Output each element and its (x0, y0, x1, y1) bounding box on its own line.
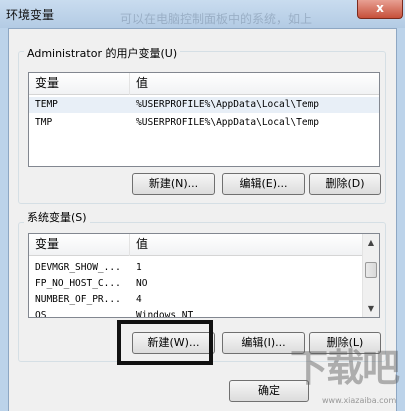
window-title: 环境变量 (6, 8, 55, 22)
user-variables-label: Administrator 的用户变量(U) (24, 45, 181, 61)
column-header-variable[interactable]: 变量 (29, 234, 130, 256)
background-text: 可以在电脑控制面板中的系统，如上 (120, 12, 313, 26)
variable-name: NUMBER_OF_PR... (35, 294, 121, 305)
user-variables-list[interactable]: 变量 值 TEMP %USERPROFILE%\AppData\Local\Te… (28, 72, 380, 167)
variable-name: TMP (35, 117, 53, 128)
variable-value: 4 (136, 294, 142, 305)
scroll-thumb[interactable] (365, 262, 377, 278)
system-list-header: 变量 值 (29, 234, 364, 256)
highlight-annotation (117, 320, 213, 365)
scroll-up-icon[interactable]: ▲ (363, 234, 379, 251)
table-row[interactable]: DEVMGR_SHOW_... 1 (29, 260, 364, 276)
system-variables-label: 系统变量(S) (24, 209, 90, 225)
watermark-url: www.xiazaiba.com (322, 396, 397, 405)
table-row[interactable]: FP_NO_HOST_C... NO (29, 276, 364, 292)
system-variables-list[interactable]: 变量 值 DEVMGR_SHOW_... 1 FP_NO_HOST_C... N… (28, 233, 380, 318)
user-list-header: 变量 值 (29, 73, 379, 95)
variable-value: NO (136, 278, 148, 289)
variable-name: TEMP (35, 99, 58, 110)
table-row[interactable]: TEMP %USERPROFILE%\AppData\Local\Temp (29, 97, 379, 113)
variable-value: %USERPROFILE%\AppData\Local\Temp (136, 117, 320, 128)
close-icon: x (376, 1, 384, 15)
scroll-down-icon[interactable]: ▼ (363, 300, 379, 317)
table-row[interactable]: OS Windows_NT (29, 308, 364, 318)
user-new-button[interactable]: 新建(N)... (132, 173, 215, 195)
vertical-scrollbar[interactable]: ▲ ▼ (362, 234, 379, 317)
table-row[interactable]: NUMBER_OF_PR... 4 (29, 292, 364, 308)
user-delete-button[interactable]: 删除(D) (309, 173, 381, 195)
variable-value: Windows_NT (136, 310, 194, 318)
variable-value: %USERPROFILE%\AppData\Local\Temp (136, 99, 320, 110)
title-bar: 环境变量 可以在电脑控制面板中的系统，如上 x (0, 0, 405, 28)
variable-value: 1 (136, 262, 142, 273)
variable-name: OS (35, 310, 47, 318)
column-header-value[interactable]: 值 (130, 73, 379, 95)
variable-name: DEVMGR_SHOW_... (35, 262, 121, 273)
column-header-variable[interactable]: 变量 (29, 73, 130, 95)
user-edit-button[interactable]: 编辑(E)... (222, 173, 305, 195)
close-button[interactable]: x (357, 0, 403, 19)
variable-name: FP_NO_HOST_C... (35, 278, 121, 289)
table-row[interactable]: TMP %USERPROFILE%\AppData\Local\Temp (29, 115, 379, 131)
column-header-value[interactable]: 值 (130, 234, 364, 256)
